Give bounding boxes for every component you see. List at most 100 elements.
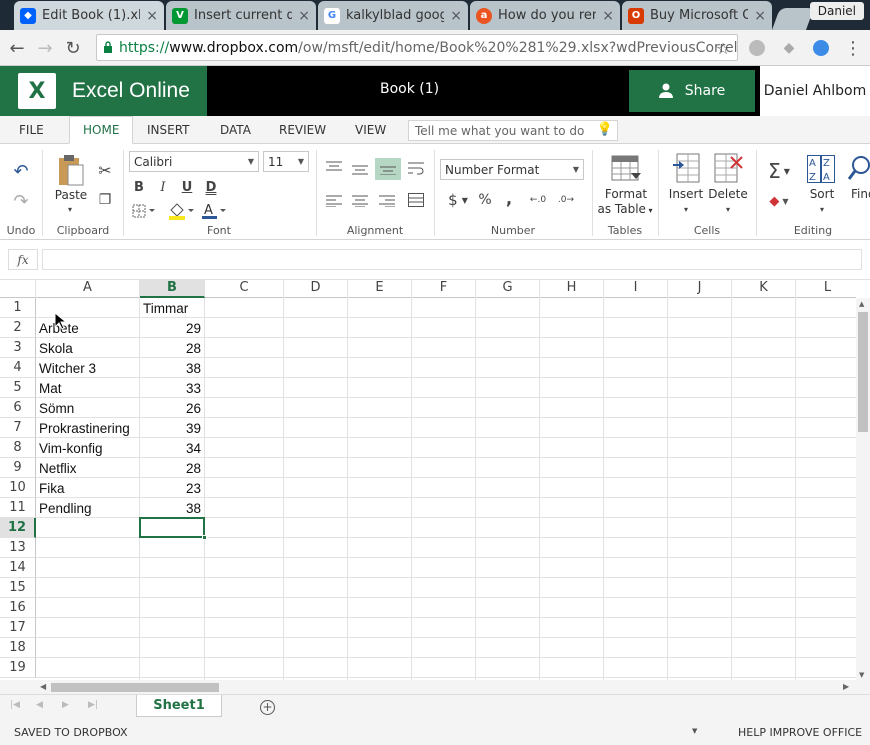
vertical-scroll-thumb[interactable]: [858, 312, 868, 432]
scroll-down-icon[interactable]: ▼: [859, 671, 864, 679]
reload-icon[interactable]: ↻: [62, 37, 84, 59]
share-button[interactable]: Share: [629, 70, 755, 112]
find-label[interactable]: Find: [851, 187, 870, 202]
number-format-select[interactable]: Number Format ▼: [440, 159, 584, 180]
double-underline-button[interactable]: D: [203, 178, 219, 196]
horizontal-scroll-thumb[interactable]: [51, 683, 219, 692]
kebab-menu-icon[interactable]: ⋮: [842, 37, 864, 59]
tab-data[interactable]: DATA: [220, 116, 251, 144]
cut-icon[interactable]: ✂: [95, 160, 115, 180]
close-icon[interactable]: ×: [146, 8, 158, 24]
back-arrow-icon[interactable]: ←: [6, 37, 28, 59]
autosum-icon[interactable]: Σ ▼: [764, 159, 794, 183]
fill-handle[interactable]: [202, 535, 207, 540]
row-header[interactable]: 19: [0, 658, 36, 678]
formula-input[interactable]: [42, 249, 862, 270]
user-name[interactable]: Daniel Ahlbom: [760, 66, 870, 116]
row-header[interactable]: 6: [0, 398, 36, 418]
italic-button[interactable]: I: [155, 178, 171, 196]
app-brand[interactable]: X Excel Online: [0, 66, 207, 116]
chevron-down-icon[interactable]: ▾: [815, 204, 829, 214]
fill-color-icon[interactable]: [166, 201, 196, 221]
row-header[interactable]: 18: [0, 638, 36, 658]
cell-label[interactable]: Witcher 3: [39, 358, 96, 378]
sort-icon[interactable]: AZZA: [806, 154, 838, 184]
column-header-b[interactable]: B: [140, 280, 205, 298]
profile-button[interactable]: Daniel: [809, 2, 864, 20]
tab-review[interactable]: REVIEW: [279, 116, 326, 144]
tab-insert[interactable]: INSERT: [147, 116, 190, 144]
copy-icon[interactable]: ❐: [95, 190, 115, 210]
merge-center-icon[interactable]: [406, 190, 426, 210]
find-icon[interactable]: [848, 154, 870, 184]
cell-value[interactable]: 38: [140, 358, 201, 378]
close-icon[interactable]: ×: [450, 8, 462, 24]
function-icon[interactable]: fx: [8, 249, 38, 270]
last-sheet-icon[interactable]: ▶|: [88, 700, 98, 710]
chevron-down-icon[interactable]: ▼: [692, 727, 697, 735]
row-header[interactable]: 17: [0, 618, 36, 638]
row-header[interactable]: 2: [0, 318, 36, 338]
row-header[interactable]: 11: [0, 498, 36, 518]
increase-decimal-icon[interactable]: ←.0: [528, 190, 548, 210]
cell-value[interactable]: 38: [140, 498, 201, 518]
dropbox-extension-icon[interactable]: ◆: [778, 37, 800, 59]
scroll-up-icon[interactable]: ▲: [859, 300, 864, 308]
comma-button[interactable]: ,: [502, 188, 516, 208]
browser-tab[interactable]: O Buy Microsoft Of ×: [622, 1, 772, 30]
help-improve-link[interactable]: HELP IMPROVE OFFICE: [738, 726, 862, 739]
row-header[interactable]: 14: [0, 558, 36, 578]
close-icon[interactable]: ×: [754, 8, 766, 24]
align-left-icon[interactable]: [324, 192, 344, 210]
currency-button[interactable]: $ ▼: [444, 190, 472, 210]
row-header[interactable]: 13: [0, 538, 36, 558]
browser-tab[interactable]: G kalkylblad google ×: [318, 1, 468, 30]
browser-tab[interactable]: V Insert current da ×: [166, 1, 316, 30]
cell-value[interactable]: 39: [140, 418, 201, 438]
row-header[interactable]: 16: [0, 598, 36, 618]
column-header-g[interactable]: G: [476, 280, 540, 298]
column-header-j[interactable]: J: [668, 280, 732, 298]
cell-label[interactable]: Sömn: [39, 398, 74, 418]
cell-value[interactable]: 23: [140, 478, 201, 498]
undo-icon[interactable]: ↶: [10, 160, 32, 182]
insert-cells-icon[interactable]: [672, 152, 702, 184]
new-tab-button[interactable]: [771, 8, 815, 30]
select-all-corner[interactable]: [0, 280, 36, 298]
column-header-d[interactable]: D: [284, 280, 348, 298]
first-sheet-icon[interactable]: |◀: [10, 700, 20, 710]
align-center-icon[interactable]: [350, 192, 370, 210]
column-header-f[interactable]: F: [412, 280, 476, 298]
next-sheet-icon[interactable]: ▶: [62, 700, 69, 710]
percent-button[interactable]: %: [476, 190, 494, 210]
extension-blue-icon[interactable]: [810, 37, 832, 59]
delete-label[interactable]: Delete: [706, 187, 750, 202]
bookmark-star-icon[interactable]: ☆: [712, 37, 734, 59]
vertical-scrollbar[interactable]: ▲ ▼: [856, 298, 870, 680]
row-header[interactable]: 7: [0, 418, 36, 438]
chevron-down-icon[interactable]: ▾: [721, 204, 735, 214]
row-header[interactable]: 10: [0, 478, 36, 498]
document-title[interactable]: Book (1): [380, 81, 439, 97]
row-header[interactable]: 12: [0, 518, 36, 538]
sort-label[interactable]: Sort: [800, 187, 844, 202]
align-top-icon[interactable]: [324, 158, 344, 176]
chevron-down-icon[interactable]: ▾: [679, 204, 693, 214]
cell-value[interactable]: 29: [140, 318, 201, 338]
row-header[interactable]: 3: [0, 338, 36, 358]
redo-icon[interactable]: ↷: [10, 190, 32, 212]
row-header[interactable]: 5: [0, 378, 36, 398]
cell-label[interactable]: Vim-konfig: [39, 438, 103, 458]
bold-button[interactable]: B: [131, 178, 147, 196]
cell-label[interactable]: Prokrastinering: [39, 418, 130, 438]
format-as-table-label-2[interactable]: as Table ▾: [594, 202, 656, 218]
cell-label[interactable]: Skola: [39, 338, 73, 358]
tab-view[interactable]: VIEW: [355, 116, 386, 144]
column-header-l[interactable]: L: [796, 280, 856, 298]
column-header-k[interactable]: K: [732, 280, 796, 298]
cell-label[interactable]: Pendling: [39, 498, 92, 518]
cell-label[interactable]: Timmar: [143, 298, 188, 318]
column-header-i[interactable]: I: [604, 280, 668, 298]
column-header-c[interactable]: C: [205, 280, 284, 298]
close-icon[interactable]: ×: [602, 8, 614, 24]
